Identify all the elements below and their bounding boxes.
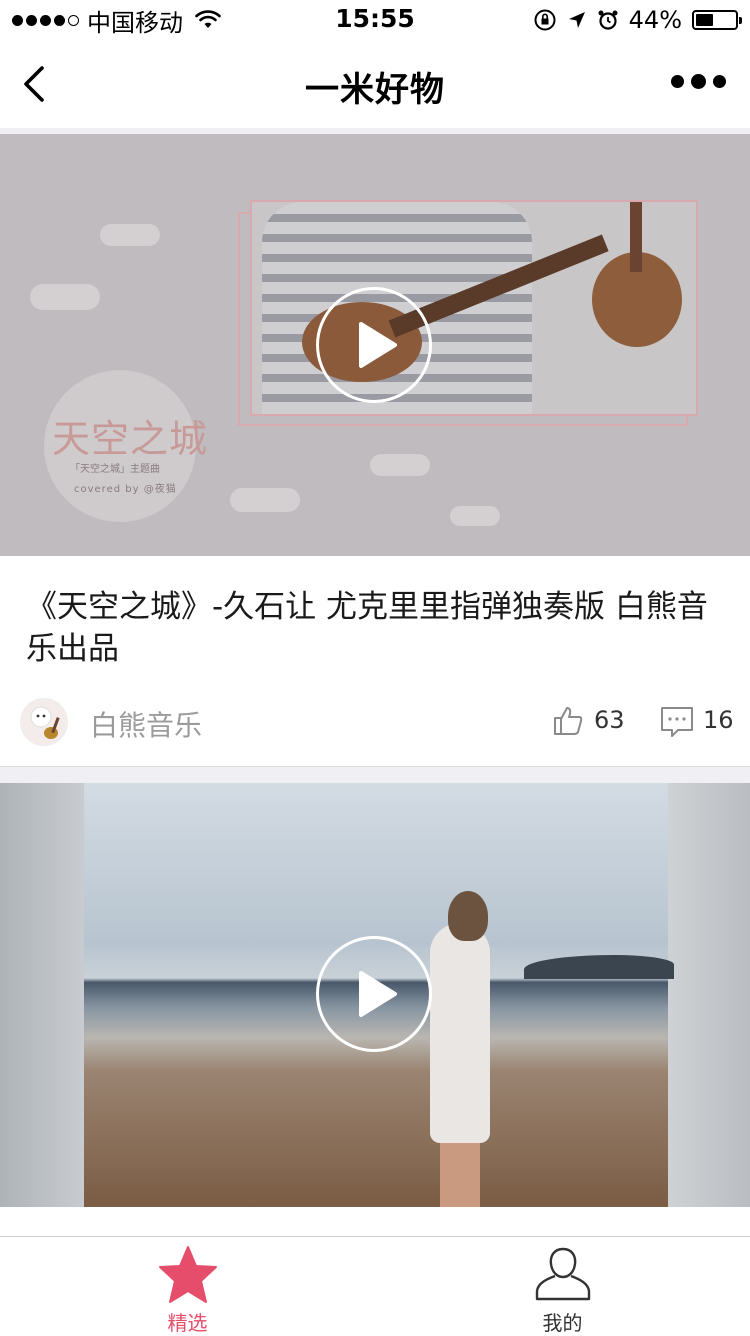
logo-title: 天空之城 (52, 417, 209, 461)
battery-fill (696, 14, 713, 26)
star-icon (158, 1246, 217, 1303)
orientation-lock-icon (534, 9, 556, 31)
like-count: 63 (594, 706, 625, 734)
person-icon (535, 1247, 590, 1301)
post-title[interactable]: 《天空之城》-久石让 尤克里里指弹独奏版 白熊音乐出品 (26, 586, 726, 670)
alarm-clock-icon (598, 10, 618, 30)
tab-featured[interactable]: 精选 (0, 1237, 375, 1335)
logo-credit: covered by @夜猫 (74, 484, 177, 495)
tab-label: 精选 (167, 1311, 208, 1335)
more-dots-icon[interactable] (671, 74, 726, 89)
status-right: 44% (533, 6, 742, 34)
location-arrow-icon (568, 12, 585, 28)
separator (0, 766, 750, 783)
logo-subtitle: 「天空之城」主题曲 (70, 464, 160, 475)
avatar[interactable] (20, 698, 68, 746)
page-title: 一米好物 (305, 70, 445, 110)
tab-label: 我的 (542, 1311, 583, 1335)
tab-bar: 精选 我的 (0, 1236, 750, 1335)
author-name[interactable]: 白熊音乐 (90, 704, 202, 744)
comment-count: 16 (703, 706, 734, 734)
battery-percent: 44% (628, 6, 682, 34)
comment-icon[interactable] (660, 706, 694, 738)
battery-icon (692, 10, 742, 30)
thumbnail-photo (250, 200, 698, 416)
play-icon[interactable] (316, 287, 432, 403)
nav-bar: 一米好物 (0, 40, 750, 128)
status-bar: 中国移动 15:55 44% (0, 0, 750, 40)
thumbs-up-icon[interactable] (552, 704, 584, 736)
play-icon[interactable] (316, 936, 432, 1052)
tab-mine[interactable]: 我的 (375, 1237, 750, 1335)
